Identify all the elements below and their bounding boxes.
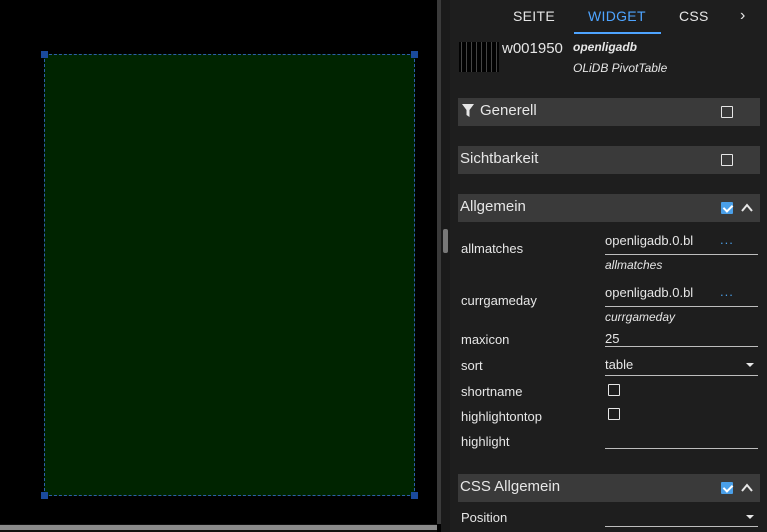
panel-splitter[interactable] bbox=[441, 0, 450, 532]
prop-label-highlight: highlight bbox=[461, 434, 510, 449]
group-title: Generell bbox=[480, 102, 537, 119]
prop-label-sort: sort bbox=[461, 358, 483, 373]
editor-canvas[interactable] bbox=[0, 0, 441, 532]
maxicon-underline bbox=[605, 346, 758, 347]
scrollbar-thumb[interactable] bbox=[0, 525, 437, 530]
panel-tabs: SEITE WIDGET CSS › bbox=[450, 0, 767, 34]
prop-label-maxicon: maxicon bbox=[461, 332, 510, 347]
prop-label-currgameday: currgameday bbox=[461, 293, 537, 308]
canvas-horizontal-scrollbar[interactable] bbox=[0, 524, 437, 532]
sort-select[interactable]: table bbox=[605, 357, 758, 372]
group-generell-checkbox[interactable] bbox=[721, 106, 733, 118]
prop-label-position: Position bbox=[461, 510, 508, 525]
filter-icon[interactable] bbox=[462, 104, 474, 118]
group-sichtbarkeit[interactable]: Sichtbarkeit bbox=[458, 146, 760, 174]
resize-handle-top-right[interactable] bbox=[411, 51, 418, 58]
position-underline bbox=[605, 526, 758, 527]
chevron-right-icon[interactable]: › bbox=[740, 0, 746, 34]
tab-widget[interactable]: WIDGET bbox=[588, 0, 646, 34]
sort-underline bbox=[605, 375, 758, 376]
widget-set: openligadb bbox=[573, 40, 637, 54]
resize-handle-top-left[interactable] bbox=[41, 51, 48, 58]
currgameday-browse-button[interactable]: ... bbox=[720, 284, 734, 299]
properties-panel: SEITE WIDGET CSS › w001950 openligadb OL… bbox=[450, 0, 767, 532]
tab-css[interactable]: CSS bbox=[679, 0, 709, 34]
group-title: CSS Allgemein bbox=[460, 478, 561, 495]
group-generell[interactable]: Generell bbox=[458, 98, 760, 126]
group-css-allgemein[interactable]: CSS Allgemein bbox=[458, 474, 760, 502]
group-title: Sichtbarkeit bbox=[460, 150, 539, 167]
allmatches-underline bbox=[605, 254, 758, 255]
group-allgemein-checkbox[interactable] bbox=[721, 202, 733, 214]
selected-widget[interactable] bbox=[41, 51, 418, 499]
currgameday-underline bbox=[605, 306, 758, 307]
prop-label-highlightontop: highlightontop bbox=[461, 409, 542, 424]
allmatches-object-name: allmatches bbox=[605, 258, 663, 272]
widget-id: w001950 bbox=[502, 40, 563, 57]
resize-handle-bottom-left[interactable] bbox=[41, 492, 48, 499]
shortname-checkbox[interactable] bbox=[608, 384, 620, 396]
prop-label-shortname: shortname bbox=[461, 384, 523, 399]
allmatches-browse-button[interactable]: ... bbox=[720, 232, 734, 247]
group-title: Allgemein bbox=[460, 198, 526, 215]
chevron-up-icon[interactable] bbox=[740, 481, 754, 495]
chevron-up-icon[interactable] bbox=[740, 201, 754, 215]
currgameday-object-name: currgameday bbox=[605, 310, 676, 324]
tab-page[interactable]: SEITE bbox=[513, 0, 555, 34]
group-css-allgemein-checkbox[interactable] bbox=[721, 482, 733, 494]
widget-header: w001950 openligadb OLiDB PivotTable bbox=[450, 36, 767, 80]
widget-type: OLiDB PivotTable bbox=[573, 61, 668, 75]
active-tab-indicator bbox=[574, 32, 661, 34]
highlightontop-checkbox[interactable] bbox=[608, 408, 620, 420]
group-allgemein[interactable]: Allgemein bbox=[458, 194, 760, 222]
prop-label-allmatches: allmatches bbox=[461, 241, 524, 256]
group-sichtbarkeit-checkbox[interactable] bbox=[721, 154, 733, 166]
dropdown-arrow-icon[interactable] bbox=[746, 515, 754, 519]
dropdown-arrow-icon[interactable] bbox=[746, 363, 754, 367]
maxicon-input[interactable]: 25 bbox=[605, 331, 758, 346]
splitter-grip[interactable] bbox=[443, 229, 448, 253]
currgameday-input[interactable]: openligadb.0.bl bbox=[605, 285, 758, 300]
resize-handle-bottom-right[interactable] bbox=[411, 492, 418, 499]
allmatches-input[interactable]: openligadb.0.bl bbox=[605, 233, 758, 248]
widget-thumbnail bbox=[459, 42, 499, 72]
highlight-underline bbox=[605, 448, 758, 449]
